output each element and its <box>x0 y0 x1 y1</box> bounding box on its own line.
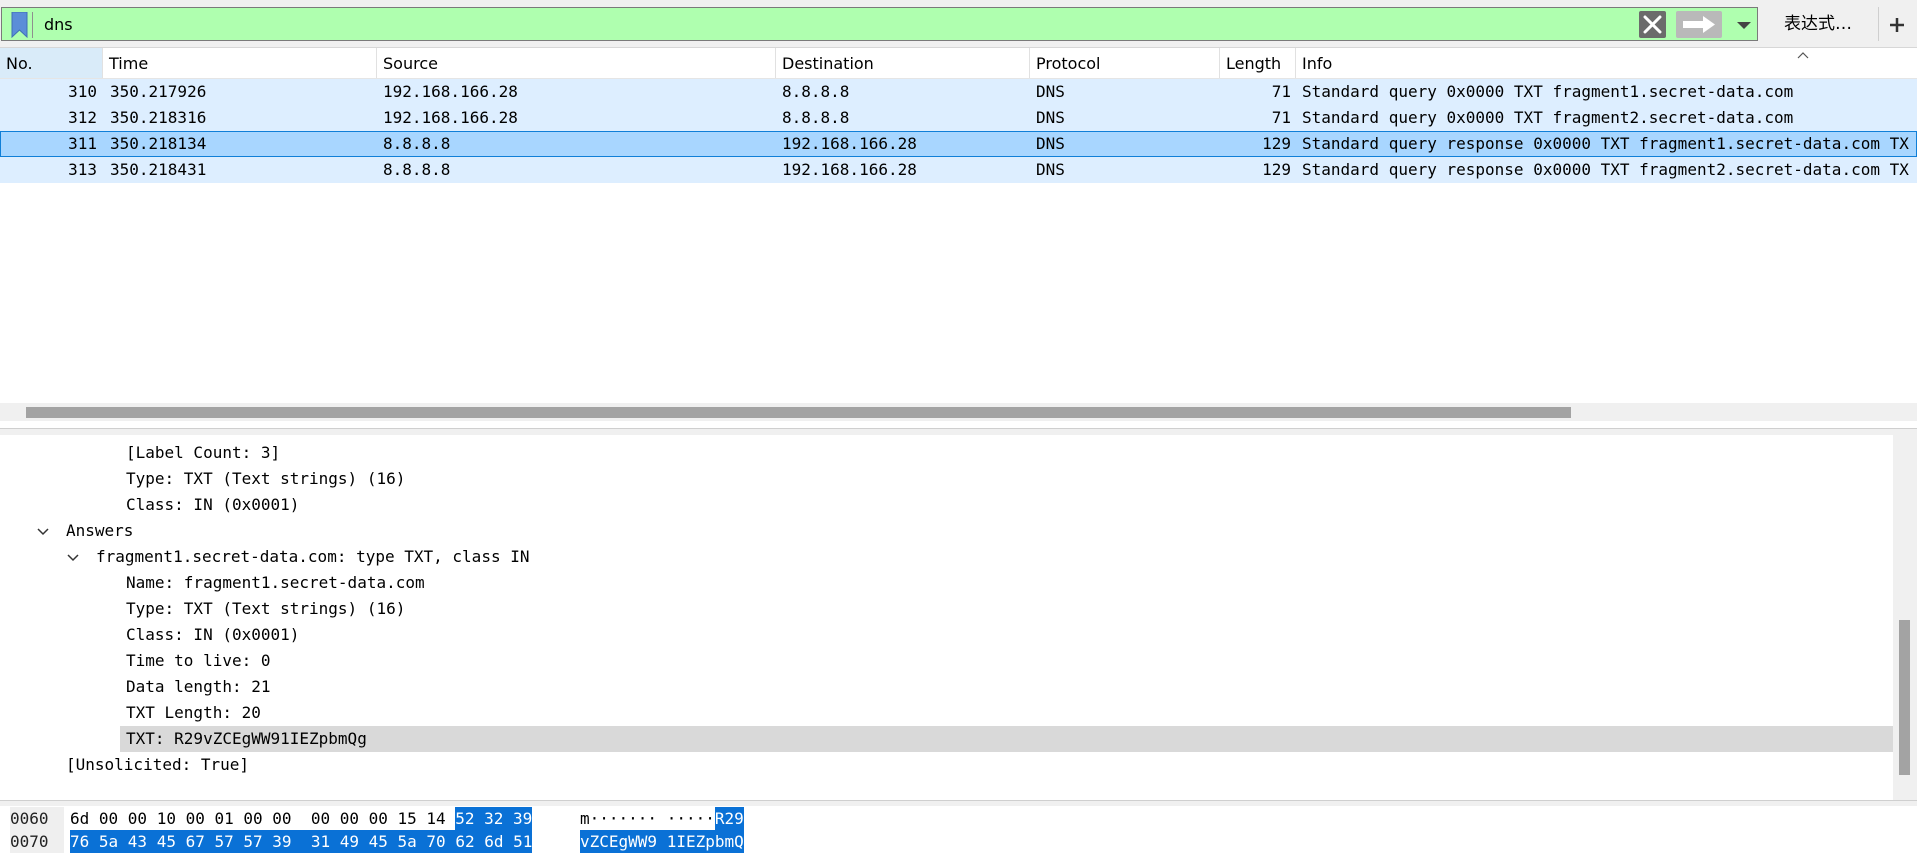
hex-offset: 0060 <box>10 807 64 830</box>
expression-button[interactable]: 表达式… <box>1768 7 1868 41</box>
cell-info: Standard query 0x0000 TXT fragment1.secr… <box>1302 82 1794 101</box>
tree-item[interactable]: Data length: 21 <box>126 674 271 700</box>
details-vertical-scrollbar[interactable] <box>1893 435 1917 800</box>
cell-source: 192.168.166.28 <box>383 82 518 101</box>
filter-bookmark-button[interactable] <box>9 12 33 38</box>
tree-item[interactable]: Answers <box>66 518 133 544</box>
hex-offset: 0070 <box>10 830 64 853</box>
cell-source: 192.168.166.28 <box>383 108 518 127</box>
tree-item[interactable]: Time to live: 0 <box>126 648 271 674</box>
sort-ascending-icon <box>1796 45 1810 64</box>
column-header-time[interactable]: Time <box>103 48 377 78</box>
arrow-right-icon <box>1676 16 1722 42</box>
cell-time: 350.218431 <box>110 160 207 179</box>
cell-source: 8.8.8.8 <box>383 160 451 179</box>
column-header-protocol[interactable]: Protocol <box>1030 48 1220 78</box>
tree-item-selected[interactable]: TXT: R29vZCEgWW91IEZpbmQg <box>120 726 1896 752</box>
cell-no: 312 <box>68 108 97 127</box>
cell-destination: 192.168.166.28 <box>782 160 917 179</box>
column-header-source[interactable]: Source <box>377 48 776 78</box>
plus-icon <box>1889 18 1905 37</box>
packet-row[interactable]: 312 350.218316 192.168.166.28 8.8.8.8 DNS 71 S… <box>0 105 1917 131</box>
tree-item[interactable]: Name: fragment1.secret-data.com <box>126 570 425 596</box>
tree-item[interactable]: [Label Count: 3] <box>126 440 280 466</box>
close-icon <box>1639 15 1666 42</box>
cell-protocol: DNS <box>1036 134 1065 153</box>
column-header-info[interactable]: Info <box>1296 48 1917 78</box>
packet-row[interactable]: 313 350.218431 8.8.8.8 192.168.166.28 DNS 129… <box>0 157 1917 183</box>
tree-item[interactable]: fragment1.secret-data.com: type TXT, cla… <box>96 544 529 570</box>
cell-time: 350.218134 <box>110 134 207 153</box>
cell-protocol: DNS <box>1036 160 1065 179</box>
cell-protocol: DNS <box>1036 108 1065 127</box>
scrollbar-thumb[interactable] <box>1899 620 1910 775</box>
ascii-bytes-highlighted[interactable]: R29 <box>714 807 744 830</box>
cell-info: Standard query response 0x0000 TXT fragm… <box>1302 134 1909 153</box>
packet-bytes-pane: 0060 6d 00 00 10 00 01 00 00 00 00 00 15 … <box>0 806 1917 856</box>
hex-bytes-highlighted[interactable]: 52 32 39 <box>455 807 533 830</box>
cell-time: 350.217926 <box>110 82 207 101</box>
cell-no: 311 <box>68 134 97 153</box>
tree-item[interactable]: [Unsolicited: True] <box>66 752 249 778</box>
chevron-down-icon[interactable] <box>36 524 50 538</box>
column-header-destination[interactable]: Destination <box>776 48 1030 78</box>
scrollbar-thumb[interactable] <box>26 407 1571 418</box>
tree-item[interactable]: Class: IN (0x0001) <box>126 492 299 518</box>
hex-bytes[interactable]: 6d 00 00 10 00 01 00 00 00 00 00 15 14 <box>70 807 446 830</box>
cell-protocol: DNS <box>1036 82 1065 101</box>
clear-filter-button[interactable] <box>1639 11 1666 38</box>
packet-list-header: No. Time Source Destination Protocol Len… <box>0 48 1917 79</box>
column-header-no[interactable]: No. <box>0 48 103 78</box>
cell-destination: 8.8.8.8 <box>782 108 850 127</box>
tree-item[interactable]: Type: TXT (Text strings) (16) <box>126 596 405 622</box>
cell-destination: 8.8.8.8 <box>782 82 850 101</box>
cell-length: 71 <box>1271 82 1291 101</box>
packet-details-tree: [Label Count: 3] Type: TXT (Text strings)… <box>0 435 1917 800</box>
cell-source: 8.8.8.8 <box>383 134 451 153</box>
hex-row: 0060 6d 00 00 10 00 01 00 00 00 00 00 15 … <box>0 807 1917 830</box>
add-filter-button[interactable] <box>1878 7 1915 41</box>
cell-no: 313 <box>68 160 97 179</box>
packet-row[interactable]: 311 350.218134 8.8.8.8 192.168.166.28 DNS 129… <box>0 131 1917 157</box>
cell-length: 71 <box>1271 108 1291 127</box>
cell-info: Standard query 0x0000 TXT fragment2.secr… <box>1302 108 1794 127</box>
chevron-down-icon <box>1732 22 1756 42</box>
cell-info: Standard query response 0x0000 TXT fragm… <box>1302 160 1909 179</box>
column-header-length[interactable]: Length <box>1220 48 1296 78</box>
cell-length: 129 <box>1262 134 1291 153</box>
tree-item[interactable]: Class: IN (0x0001) <box>126 622 299 648</box>
display-filter-box <box>1 7 1758 41</box>
ascii-bytes[interactable]: m······· ····· <box>580 807 715 830</box>
cell-no: 310 <box>68 82 97 101</box>
cell-length: 129 <box>1262 160 1291 179</box>
display-filter-toolbar: 表达式… <box>0 0 1917 48</box>
chevron-down-icon[interactable] <box>66 550 80 564</box>
tree-item[interactable]: TXT Length: 20 <box>126 700 261 726</box>
tree-item[interactable]: Type: TXT (Text strings) (16) <box>126 466 405 492</box>
hex-row: 0070 76 5a 43 45 67 57 57 39 31 49 45 5a … <box>0 830 1917 853</box>
ascii-bytes-highlighted[interactable]: vZCEgWW9 1IEZpbmQ <box>580 830 744 853</box>
hex-bytes-highlighted[interactable]: 76 5a 43 45 67 57 57 39 31 49 45 5a 70 6… <box>70 830 533 853</box>
packet-row[interactable]: 310 350.217926 192.168.166.28 8.8.8.8 DNS 71 S… <box>0 79 1917 105</box>
packet-list: No. Time Source Destination Protocol Len… <box>0 48 1917 428</box>
recent-filters-dropdown[interactable] <box>1732 11 1756 38</box>
display-filter-input[interactable] <box>44 11 1624 37</box>
cell-destination: 192.168.166.28 <box>782 134 917 153</box>
apply-filter-button[interactable] <box>1676 11 1722 38</box>
packet-list-horizontal-scrollbar[interactable] <box>0 403 1917 421</box>
cell-time: 350.218316 <box>110 108 207 127</box>
